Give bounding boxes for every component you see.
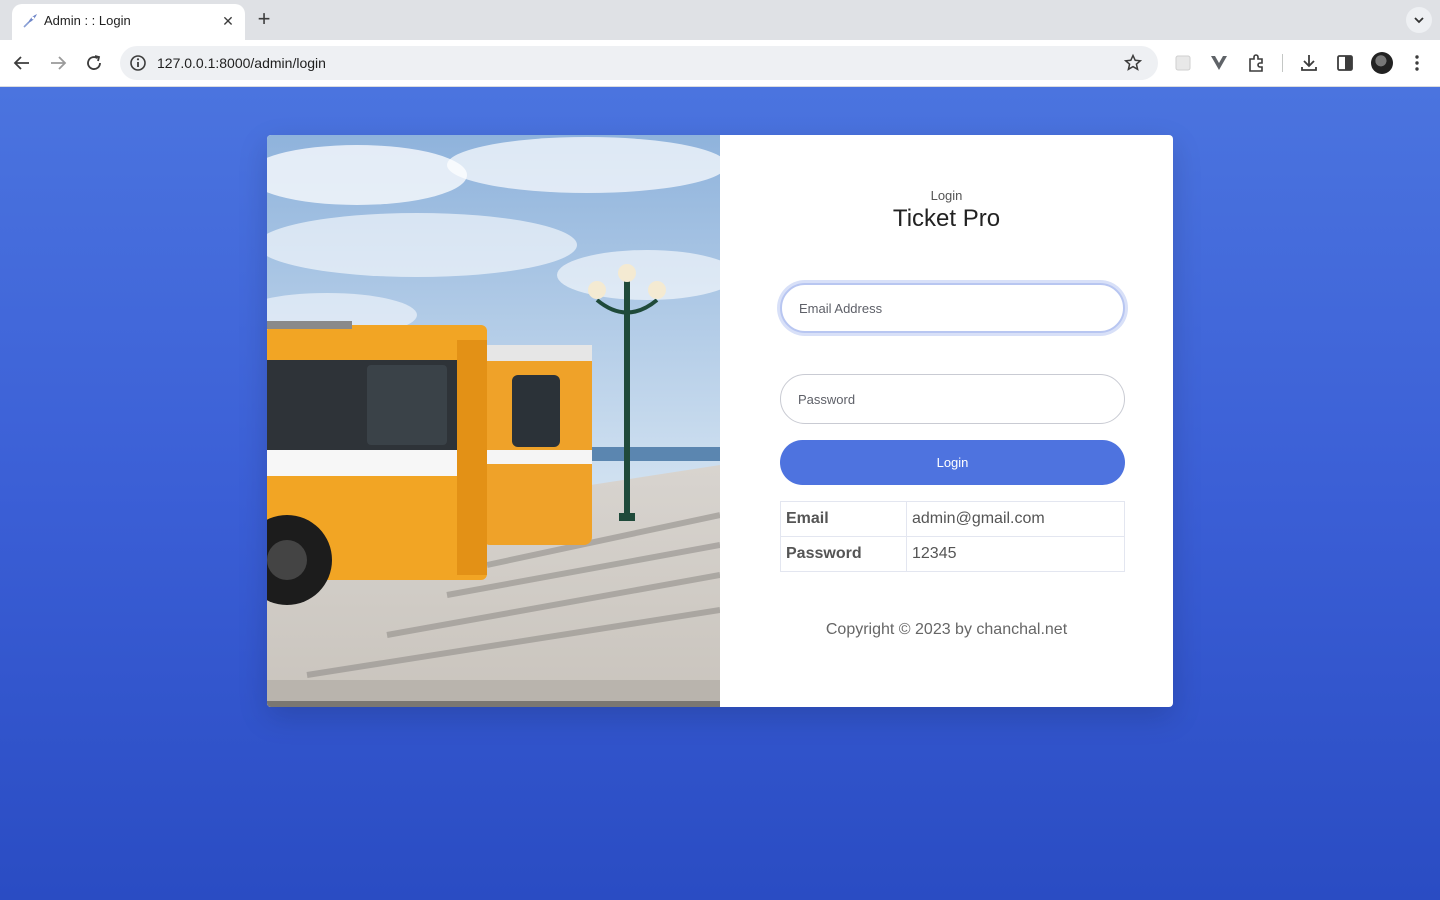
info-icon[interactable]	[128, 53, 148, 73]
back-arrow-icon[interactable]	[10, 51, 34, 75]
demo-credentials-table: Email admin@gmail.com Password 12345	[780, 501, 1125, 572]
copyright-text: Copyright © 2023 by chanchal.net	[825, 621, 1068, 638]
extensions-puzzle-icon[interactable]	[1245, 52, 1267, 74]
credential-key: Email	[780, 501, 907, 537]
email-input[interactable]	[780, 283, 1125, 333]
browser-tabstrip: Admin : : Login ✕ +	[0, 0, 1440, 40]
bus-photo	[267, 135, 720, 707]
login-button[interactable]: Login	[780, 440, 1125, 485]
address-bar[interactable]: 127.0.0.1:8000/admin/login	[120, 46, 1158, 80]
tab-title: Admin : : Login	[44, 13, 131, 28]
reload-icon[interactable]	[82, 51, 106, 75]
toolbar-separator	[1282, 54, 1283, 72]
login-panel: Login Ticket Pro Login Email admin@gmail…	[720, 135, 1173, 707]
vue-devtools-icon[interactable]	[1208, 52, 1230, 74]
side-panel-icon[interactable]	[1334, 52, 1356, 74]
password-input[interactable]	[780, 374, 1125, 424]
chevron-down-icon	[1414, 17, 1424, 24]
close-tab-icon[interactable]: ✕	[219, 12, 237, 30]
login-card: Login Ticket Pro Login Email admin@gmail…	[267, 135, 1173, 707]
menu-kebab-icon[interactable]	[1406, 52, 1428, 74]
table-row: Email admin@gmail.com	[780, 501, 1125, 537]
profile-avatar[interactable]	[1371, 52, 1393, 74]
credential-value: admin@gmail.com	[906, 501, 1125, 537]
page-background: Login Ticket Pro Login Email admin@gmail…	[0, 87, 1440, 900]
browser-tab[interactable]: Admin : : Login ✕	[12, 4, 245, 40]
credential-value: 12345	[906, 536, 1125, 572]
new-tab-button[interactable]: +	[252, 8, 276, 32]
app-title: Ticket Pro	[892, 205, 1001, 232]
credential-key: Password	[780, 536, 907, 572]
browser-toolbar: 127.0.0.1:8000/admin/login	[0, 40, 1440, 87]
download-icon[interactable]	[1298, 52, 1320, 74]
rocket-icon	[23, 14, 37, 28]
extension-grid-icon[interactable]	[1172, 52, 1194, 74]
forward-arrow-icon[interactable]	[46, 51, 70, 75]
url-text[interactable]: 127.0.0.1:8000/admin/login	[157, 55, 326, 71]
bookmark-star-icon[interactable]	[1123, 53, 1143, 73]
login-subtitle: Login	[930, 188, 963, 203]
table-row: Password 12345	[780, 536, 1125, 572]
tab-search-button[interactable]	[1406, 7, 1432, 33]
